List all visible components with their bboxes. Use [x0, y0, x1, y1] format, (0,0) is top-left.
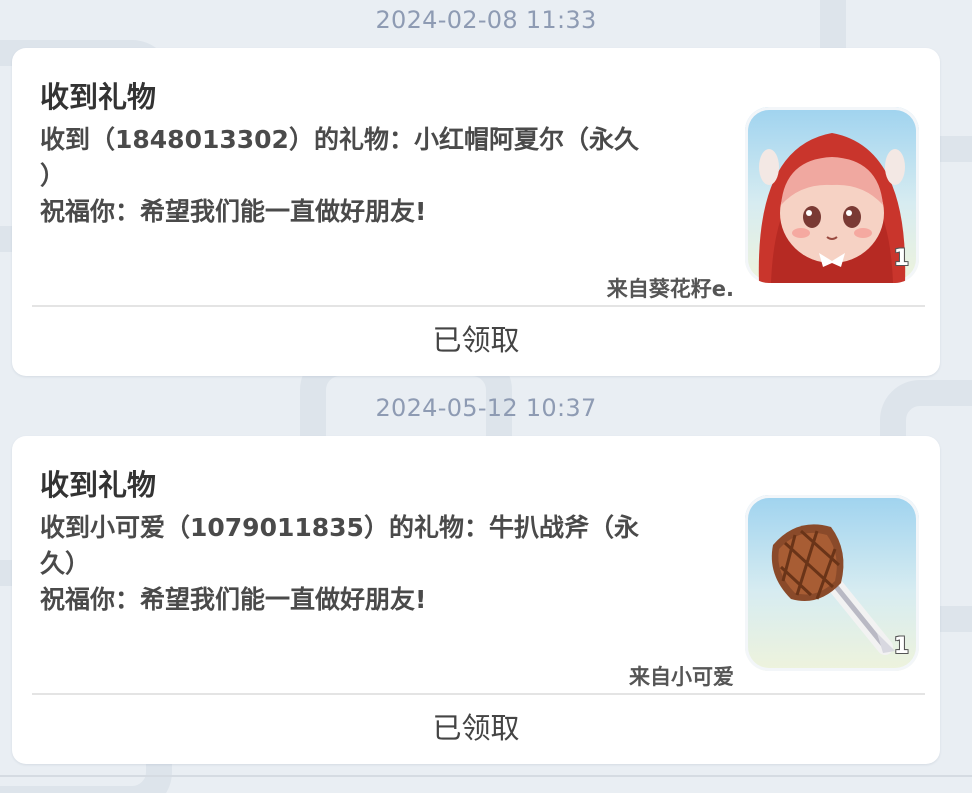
card-body: 收到（1848013302）的礼物：小红帽阿夏尔（永久 ） 祝福你：希望我们能一…	[40, 122, 720, 230]
card-body: 收到小可爱（1079011835）的礼物：牛扒战斧（永 久） 祝福你：希望我们能…	[40, 510, 720, 618]
card-title: 收到礼物	[40, 80, 157, 114]
sender-label: 来自小可爱	[629, 665, 734, 689]
message-timestamp: 2024-02-08 11:33	[375, 6, 597, 34]
gift-message-card: 收到礼物 收到（1848013302）的礼物：小红帽阿夏尔（永久 ） 祝福你：希…	[12, 48, 940, 376]
item-count: 1	[893, 246, 909, 271]
red-riding-hood-avatar-icon[interactable]: 1	[745, 107, 919, 283]
blessing-text: 祝福你：希望我们能一直做好朋友!	[40, 585, 427, 614]
gift-description: 收到小可爱（1079011835）的礼物：牛扒战斧（永	[40, 513, 639, 542]
item-count: 1	[893, 634, 909, 659]
divider	[32, 305, 925, 307]
card-title: 收到礼物	[40, 468, 157, 502]
gift-description: 收到（1848013302）的礼物：小红帽阿夏尔（永久	[40, 125, 639, 154]
gift-message-card: 收到礼物 收到小可爱（1079011835）的礼物：牛扒战斧（永 久） 祝福你：…	[12, 436, 940, 764]
gift-description-continued: ）	[40, 161, 66, 190]
blessing-text: 祝福你：希望我们能一直做好朋友!	[40, 197, 427, 226]
sender-label: 来自葵花籽e.	[606, 277, 734, 301]
bottom-divider	[0, 775, 972, 777]
message-timestamp: 2024-05-12 10:37	[375, 394, 597, 422]
claimed-button[interactable]: 已领取	[12, 310, 940, 370]
claimed-button[interactable]: 已领取	[12, 698, 940, 758]
divider	[32, 693, 925, 695]
steak-battle-axe-icon[interactable]: 1	[745, 495, 919, 671]
gift-description-continued: 久）	[40, 549, 91, 578]
